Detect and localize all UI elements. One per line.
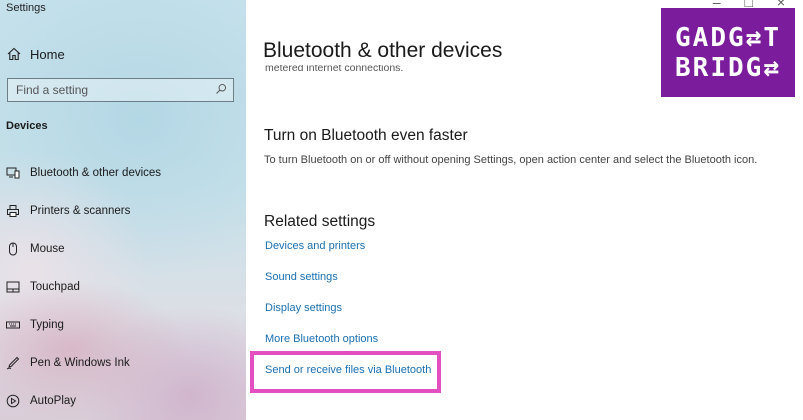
sidebar-item-touchpad[interactable]: Touchpad xyxy=(6,276,80,298)
printer-icon xyxy=(6,204,20,218)
sidebar-item-label: Bluetooth & other devices xyxy=(30,167,162,179)
search-box[interactable] xyxy=(7,78,234,102)
keyboard-icon xyxy=(6,318,20,332)
sidebar-item-label: Typing xyxy=(30,319,64,331)
page-title: Bluetooth & other devices xyxy=(263,39,503,62)
autoplay-icon xyxy=(6,394,20,408)
sidebar-item-pen[interactable]: Pen & Windows Ink xyxy=(6,352,130,374)
logo-arrow-icon: ⇄ xyxy=(763,52,781,83)
sidebar-item-mouse[interactable]: Mouse xyxy=(6,238,65,260)
home-icon xyxy=(6,46,22,62)
bluetooth-devices-icon xyxy=(6,166,20,180)
logo-line-2: BRIDG⇄ xyxy=(675,52,781,83)
sidebar-item-label: AutoPlay xyxy=(30,395,77,407)
sidebar-item-bluetooth[interactable]: Bluetooth & other devices xyxy=(6,162,161,184)
gadget-bridge-logo: GADG⇄T BRIDG⇄ xyxy=(661,8,795,97)
touchpad-icon xyxy=(6,280,20,294)
sidebar-item-typing[interactable]: Typing xyxy=(6,314,64,336)
home-label: Home xyxy=(30,46,65,62)
sidebar-item-label: Mouse xyxy=(30,243,65,255)
related-settings-heading: Related settings xyxy=(264,213,376,230)
sidebar: Settings Home Devices Bluetooth & other … xyxy=(0,0,246,420)
search-input[interactable] xyxy=(16,83,196,97)
sidebar-item-label: Printers & scanners xyxy=(30,205,131,217)
mouse-icon xyxy=(6,242,20,256)
display-settings-link[interactable]: Display settings xyxy=(265,302,342,314)
window-title: Settings xyxy=(6,2,46,14)
pen-icon xyxy=(6,356,20,370)
sidebar-item-label: Pen & Windows Ink xyxy=(30,357,130,369)
home-nav-item[interactable]: Home xyxy=(6,44,65,64)
more-bluetooth-options-link[interactable]: More Bluetooth options xyxy=(265,333,378,345)
section-heading-devices: Devices xyxy=(6,120,48,132)
sidebar-item-label: Touchpad xyxy=(30,281,80,293)
send-receive-files-link[interactable]: Send or receive files via Bluetooth xyxy=(265,364,431,376)
sound-settings-link[interactable]: Sound settings xyxy=(265,271,338,283)
devices-and-printers-link[interactable]: Devices and printers xyxy=(265,240,365,252)
sidebar-item-printers[interactable]: Printers & scanners xyxy=(6,200,130,222)
faster-heading: Turn on Bluetooth even faster xyxy=(264,127,468,144)
partially-hidden-text: metered internet connections. xyxy=(265,65,404,74)
sidebar-item-autoplay[interactable]: AutoPlay xyxy=(6,390,76,412)
faster-description: To turn Bluetooth on or off without open… xyxy=(264,154,758,166)
logo-line-1: GADG⇄T xyxy=(675,22,781,53)
search-icon[interactable] xyxy=(215,83,227,98)
logo-arrow-icon: ⇄ xyxy=(745,22,764,53)
